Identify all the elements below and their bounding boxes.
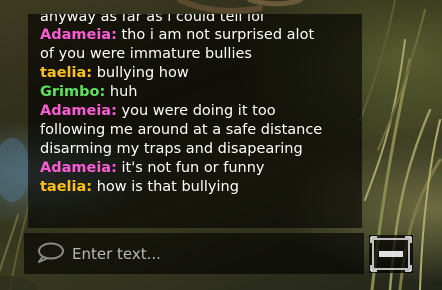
chat-input-bar: [24, 233, 364, 274]
message-text: how is that bullying: [96, 179, 239, 195]
message-text: you were doing it too: [121, 103, 276, 119]
partial-message-text: anyway as far as i could tell lol: [40, 14, 264, 25]
message-text: bullying how: [96, 65, 189, 81]
chat-message-line: following me around at a safe distance: [40, 121, 340, 140]
chat-message-line: taelia: bullying how: [40, 64, 340, 83]
keyboard-icon: [370, 236, 412, 272]
message-text: of you were immature bullies: [40, 46, 252, 62]
chat-window: anyway as far as i could tell lol Adamei…: [28, 14, 362, 228]
chat-message-line: Grimbo: huh: [40, 83, 340, 102]
message-text: following me around at a safe distance: [40, 122, 323, 138]
chat-message-line: Adameia: you were doing it too: [40, 102, 340, 121]
partial-message-line: anyway as far as i could tell lol: [40, 14, 340, 26]
chat-message-line: taelia: how is that bullying: [40, 178, 340, 197]
message-author: taelia:: [40, 65, 93, 81]
message-text: tho i am not surprised alot: [121, 27, 315, 43]
message-text: it's not fun or funny: [121, 160, 265, 176]
speech-bubble-icon: [38, 242, 64, 263]
chat-text-input[interactable]: [72, 241, 352, 266]
message-author: Adameia:: [40, 103, 117, 119]
chat-message-line: Adameia: tho i am not surprised alot: [40, 26, 340, 45]
message-text: huh: [109, 84, 138, 100]
message-author: Adameia:: [40, 160, 117, 176]
chat-log: anyway as far as i could tell lol Adamei…: [40, 14, 340, 197]
message-author: Adameia:: [40, 27, 117, 43]
message-author: Grimbo:: [40, 84, 106, 100]
chat-message-line: disarming my traps and disapearing: [40, 140, 340, 159]
chat-message-line: Adameia: it's not fun or funny: [40, 159, 340, 178]
message-text: disarming my traps and disapearing: [40, 141, 303, 157]
keyboard-toggle-button[interactable]: [369, 235, 413, 273]
message-author: taelia:: [40, 179, 93, 195]
chat-message-line: of you were immature bullies: [40, 45, 340, 64]
